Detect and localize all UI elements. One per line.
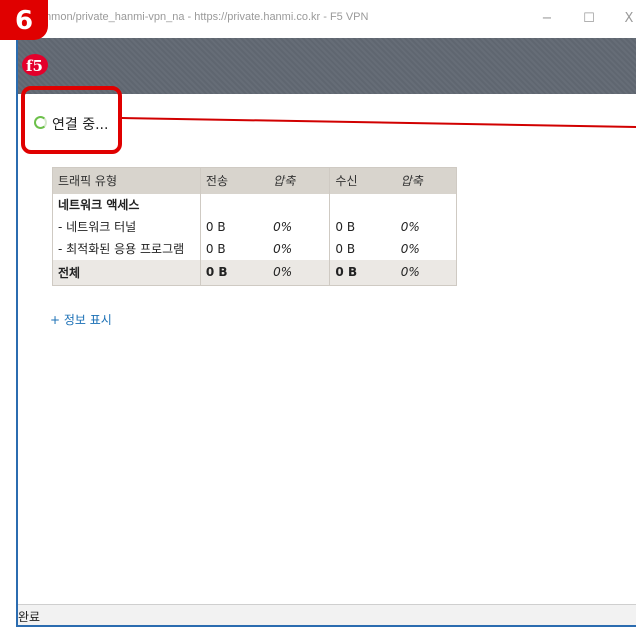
row-received-compression: 0% [400, 241, 420, 256]
table-row: - 네트워크 터널 0 B 0% 0 B 0% [53, 215, 457, 238]
table-total-row: 전체 0 B 0% 0 B 0% [52, 259, 457, 286]
row-type: - 네트워크 터널 [58, 220, 137, 234]
row-sent [199, 193, 269, 216]
row-received: 0 B [329, 215, 396, 238]
row-sent-compression: 0% [273, 241, 293, 256]
close-icon[interactable]: X [618, 8, 636, 30]
show-details-link[interactable]: + 정보 표시 [50, 311, 112, 328]
table-row: 네트워크 액세스 [53, 193, 457, 216]
maximize-icon[interactable]: ☐ [578, 8, 600, 30]
total-sent-compression: 0% [268, 259, 330, 286]
total-type: 전체 [52, 259, 201, 286]
header-sent-compression: 압축 [268, 167, 330, 194]
window-title: mmon/private_hanmi-vpn_na - https://priv… [42, 11, 369, 23]
row-type: 네트워크 액세스 [58, 198, 140, 212]
header-traffic-type: 트래픽 유형 [52, 167, 201, 194]
total-received: 0 B [329, 259, 396, 286]
header-received-compression: 압축 [395, 167, 457, 194]
table-row: - 최적화된 응용 프로그램 0 B 0% 0 B 0% [53, 237, 457, 260]
title-bar[interactable]: mmon/private_hanmi-vpn_na - https://priv… [18, 0, 636, 38]
total-received-compression: 0% [395, 259, 457, 286]
row-sent-compression: 0% [273, 219, 293, 234]
annotation-highlight-box [21, 86, 122, 154]
total-sent: 0 B [199, 259, 269, 286]
traffic-table: 트래픽 유형 전송 압축 수신 압축 네트워크 액세스 - 네트워크 터널 0 … [52, 167, 457, 286]
row-type: - 최적화된 응용 프로그램 [58, 242, 185, 256]
status-bar: 완료 [18, 604, 636, 625]
row-received [329, 193, 396, 216]
row-sent-compression [268, 194, 330, 216]
f5-logo-icon: f5 [22, 54, 48, 76]
table-header-row: 트래픽 유형 전송 압축 수신 압축 [52, 167, 457, 194]
svg-text:f5: f5 [26, 57, 43, 75]
row-received-compression [396, 194, 457, 216]
minimize-icon[interactable]: − [536, 8, 558, 30]
header-received: 수신 [329, 167, 396, 194]
row-received: 0 B [329, 237, 396, 260]
step-number-badge: 6 [0, 0, 48, 40]
row-received-compression: 0% [400, 219, 420, 234]
row-sent: 0 B [199, 237, 269, 260]
status-bar-text: 완료 [18, 610, 41, 624]
header-sent: 전송 [199, 167, 269, 194]
row-sent: 0 B [199, 215, 269, 238]
